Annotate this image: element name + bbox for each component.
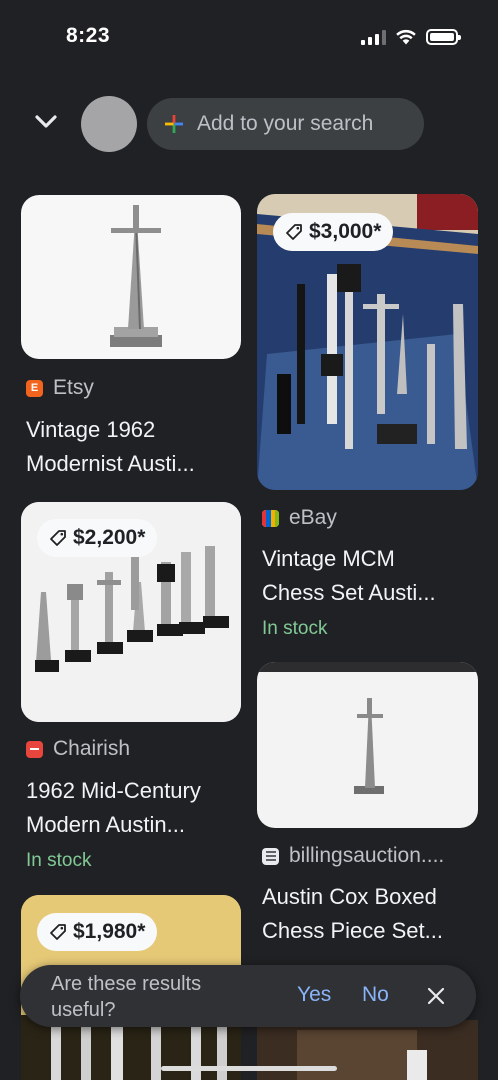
product-image[interactable] xyxy=(257,662,478,828)
result-title[interactable]: Vintage 1962 Modernist Austi... xyxy=(26,413,195,481)
product-image-partial-right[interactable] xyxy=(257,1020,478,1080)
product-image[interactable]: $3,000* xyxy=(257,194,478,490)
image-thumbnail-avatar[interactable] xyxy=(81,96,137,152)
product-image[interactable]: $2,200* xyxy=(21,502,241,722)
search-header: Add to your search xyxy=(0,90,498,156)
price-tag: $2,200* xyxy=(37,519,158,557)
add-to-search-input[interactable]: Add to your search xyxy=(147,98,424,150)
source-etsy: E Etsy xyxy=(26,376,94,400)
source-name: billingsauction.... xyxy=(289,844,445,867)
chairish-favicon-icon xyxy=(26,740,43,758)
billingsauction-favicon-icon xyxy=(262,847,279,865)
price-value: $3,000* xyxy=(309,220,382,243)
google-plus-icon xyxy=(165,115,183,133)
result-title-line2: Chess Piece Set... xyxy=(262,918,443,943)
price-tag-icon xyxy=(50,530,66,546)
price-tag: $3,000* xyxy=(273,213,394,251)
result-title-line2: Chess Set Austi... xyxy=(262,580,436,605)
feedback-yes-button[interactable]: Yes xyxy=(297,983,331,1007)
source-name: Etsy xyxy=(53,376,94,399)
status-time: 8:23 xyxy=(66,24,111,47)
chess-board-image xyxy=(257,1020,478,1080)
chevron-down-icon xyxy=(35,115,57,128)
result-title-line2: Modern Austin... xyxy=(26,812,185,837)
result-title-line1: Vintage MCM xyxy=(262,546,395,571)
source-chairish: Chairish xyxy=(26,737,130,761)
price-value: $1,980* xyxy=(73,920,146,943)
source-billingsauction: billingsauction.... xyxy=(262,844,444,868)
price-tag: $1,980* xyxy=(37,913,158,951)
price-value: $2,200* xyxy=(73,526,146,549)
stock-status: In stock xyxy=(262,618,328,639)
chess-piece-image xyxy=(257,662,478,794)
result-title-line2: Modernist Austi... xyxy=(26,451,195,476)
ebay-favicon-icon xyxy=(262,509,279,527)
result-title[interactable]: 1962 Mid-Century Modern Austin... xyxy=(26,774,201,842)
home-indicator[interactable] xyxy=(161,1066,337,1071)
wifi-icon xyxy=(396,29,416,45)
result-title-line1: Vintage 1962 xyxy=(26,417,156,442)
cellular-signal-icon xyxy=(361,29,386,45)
collapse-button[interactable] xyxy=(26,102,66,142)
product-image[interactable] xyxy=(21,195,241,359)
result-title[interactable]: Austin Cox Boxed Chess Piece Set... xyxy=(262,880,443,948)
price-tag-icon xyxy=(50,924,66,940)
search-placeholder: Add to your search xyxy=(197,112,374,135)
source-name: eBay xyxy=(289,506,337,529)
status-icons xyxy=(361,28,461,45)
close-icon[interactable] xyxy=(424,984,448,1008)
stock-status: In stock xyxy=(26,850,92,871)
feedback-question: Are these results useful? xyxy=(51,973,202,1021)
status-bar: 8:23 xyxy=(0,0,498,74)
etsy-favicon-icon: E xyxy=(26,379,43,397)
source-ebay: eBay xyxy=(262,506,337,530)
result-title-line1: Austin Cox Boxed xyxy=(262,884,437,909)
chess-piece-image xyxy=(110,205,162,347)
result-title[interactable]: Vintage MCM Chess Set Austi... xyxy=(262,542,436,610)
feedback-bar: Are these results useful? Yes No xyxy=(20,965,476,1027)
source-name: Chairish xyxy=(53,737,131,760)
result-title-line1: 1962 Mid-Century xyxy=(26,778,201,803)
feedback-no-button[interactable]: No xyxy=(362,983,389,1007)
battery-icon xyxy=(426,28,461,45)
price-tag-icon xyxy=(286,224,302,240)
